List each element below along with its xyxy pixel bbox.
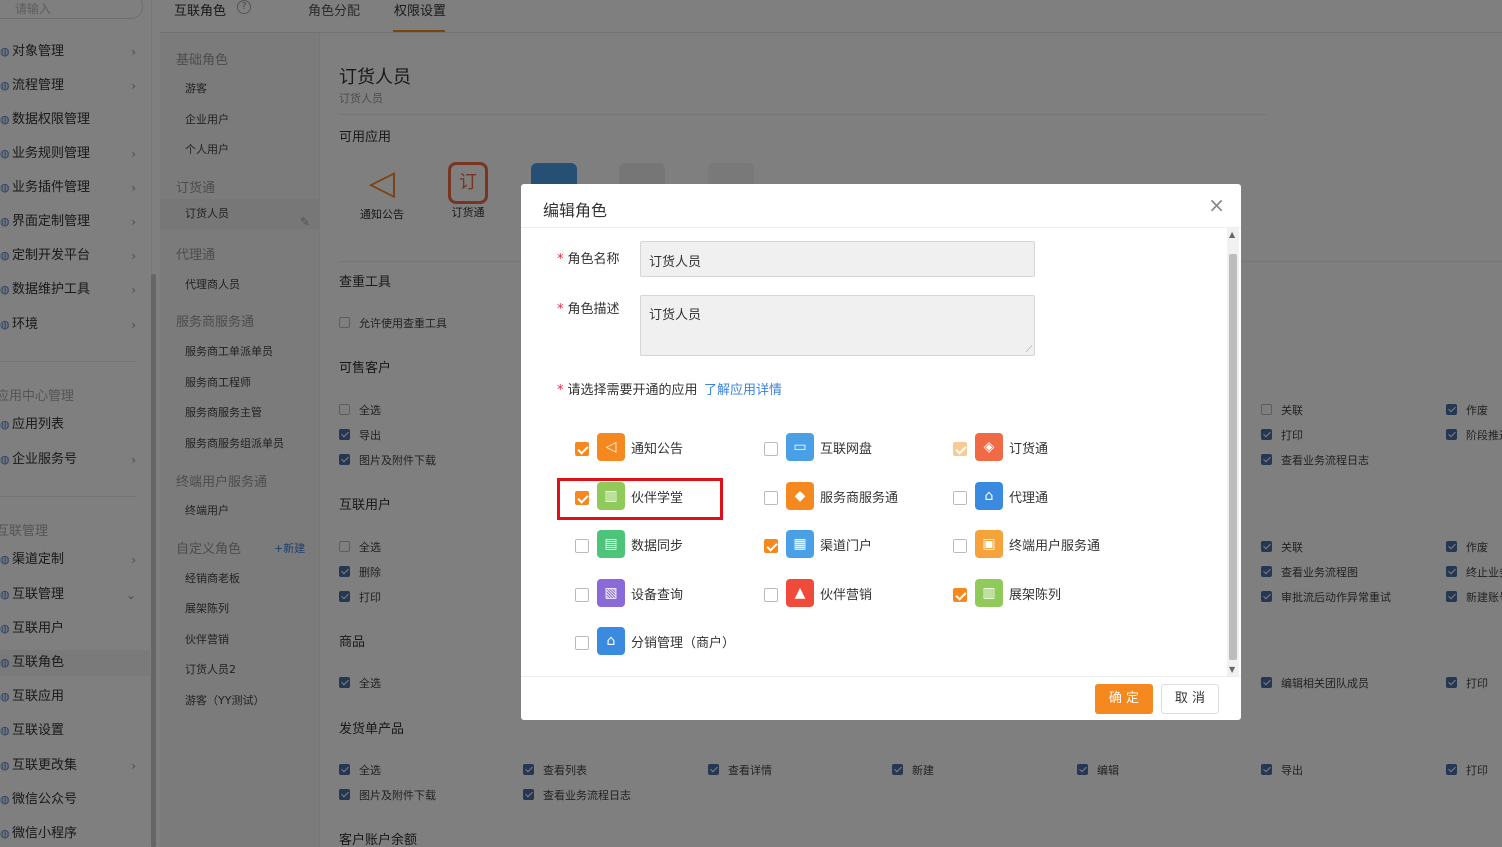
app-details-link[interactable]: 了解应用详情 xyxy=(704,379,782,398)
app-option[interactable]: ▤ 数据同步 xyxy=(575,530,755,560)
highlight-box xyxy=(557,478,723,520)
app-option[interactable]: ▥ 展架陈列 xyxy=(953,579,1133,609)
app-option-icon: ⌂ xyxy=(975,482,1003,510)
app-option-label: 设备查询 xyxy=(631,588,684,603)
scroll-up-icon[interactable]: ▲ xyxy=(1229,230,1235,239)
app-option[interactable]: ⌂ 代理通 xyxy=(953,482,1133,512)
close-icon[interactable]: × xyxy=(1208,193,1225,217)
app-option-label: 终端用户服务通 xyxy=(1009,539,1101,554)
role-desc-textarea[interactable]: 订货人员 ⟋ xyxy=(640,295,1035,356)
app-option-checkbox[interactable] xyxy=(764,539,778,553)
app-option-icon: ▥ xyxy=(975,579,1003,607)
app-option[interactable]: ▧ 设备查询 xyxy=(575,579,755,609)
app-option-icon: ▦ xyxy=(786,530,814,558)
app-option[interactable]: ▦ 渠道门户 xyxy=(764,530,944,560)
app-option-checkbox[interactable] xyxy=(953,539,967,553)
app-option-label: 代理通 xyxy=(1009,491,1049,506)
app-option[interactable]: ▲ 伙伴营销 xyxy=(764,579,944,609)
role-name-input[interactable]: 订货人员 xyxy=(640,241,1035,277)
app-option[interactable]: ▣ 终端用户服务通 xyxy=(953,530,1133,560)
divider xyxy=(521,227,1241,228)
app-option[interactable]: ◈ 订货通 xyxy=(953,433,1133,463)
app-option-icon: ▣ xyxy=(975,530,1003,558)
app-option-icon: ◈ xyxy=(975,433,1003,461)
divider xyxy=(521,676,1241,677)
app-option-icon: ▭ xyxy=(786,433,814,461)
app-option-checkbox[interactable] xyxy=(575,588,589,602)
app-option-checkbox[interactable] xyxy=(575,442,589,456)
app-option-checkbox[interactable] xyxy=(764,588,778,602)
app-option-icon: ▤ xyxy=(597,530,625,558)
app-option-label: 伙伴营销 xyxy=(820,588,873,603)
confirm-button[interactable]: 确 定 xyxy=(1095,684,1153,714)
app-option-label: 分销管理（商户） xyxy=(631,636,736,651)
app-option-label: 服务商服务通 xyxy=(820,491,899,506)
app-option-icon: ▲ xyxy=(786,579,814,607)
dialog-title: 编辑角色 xyxy=(543,201,608,220)
app-option-checkbox[interactable] xyxy=(575,636,589,650)
scroll-thumb[interactable] xyxy=(1229,254,1237,660)
app-option-icon: ⌂ xyxy=(597,627,625,655)
dialog-scrollbar[interactable]: ▲ ▼ xyxy=(1227,228,1239,676)
app-option-checkbox[interactable] xyxy=(764,442,778,456)
cancel-button[interactable]: 取 消 xyxy=(1161,684,1219,714)
app-option[interactable]: ⌂ 分销管理（商户） xyxy=(575,627,755,657)
app-option-label: 展架陈列 xyxy=(1009,588,1062,603)
app-option[interactable]: ◁ 通知公告 xyxy=(575,433,755,463)
app-option-icon: ◆ xyxy=(786,482,814,510)
app-option-icon: ▧ xyxy=(597,579,625,607)
app-option-checkbox[interactable] xyxy=(764,491,778,505)
app-option-label: 订货通 xyxy=(1009,442,1049,457)
app-option-label: 互联网盘 xyxy=(820,442,873,457)
app-option-label: 通知公告 xyxy=(631,442,684,457)
app-option-checkbox[interactable] xyxy=(953,491,967,505)
app-option-checkbox[interactable] xyxy=(953,588,967,602)
apps-select-label: * 请选择需要开通的应用 xyxy=(557,383,698,398)
app-option-label: 数据同步 xyxy=(631,539,684,554)
app-option-icon: ◁ xyxy=(597,433,625,461)
app-option[interactable]: ◆ 服务商服务通 xyxy=(764,482,944,512)
role-name-label: * 角色名称 xyxy=(557,252,620,267)
edit-role-dialog: 编辑角色 × * 角色名称 订货人员 * 角色描述 订货人员 ⟋ * 请选择需要开通的应… xyxy=(521,184,1241,720)
scroll-down-icon[interactable]: ▼ xyxy=(1229,665,1235,674)
app-option[interactable]: ▭ 互联网盘 xyxy=(764,433,944,463)
app-option-label: 渠道门户 xyxy=(820,539,873,554)
app-option-checkbox[interactable] xyxy=(575,539,589,553)
role-desc-label: * 角色描述 xyxy=(557,302,620,317)
app-option-checkbox[interactable] xyxy=(953,442,967,456)
